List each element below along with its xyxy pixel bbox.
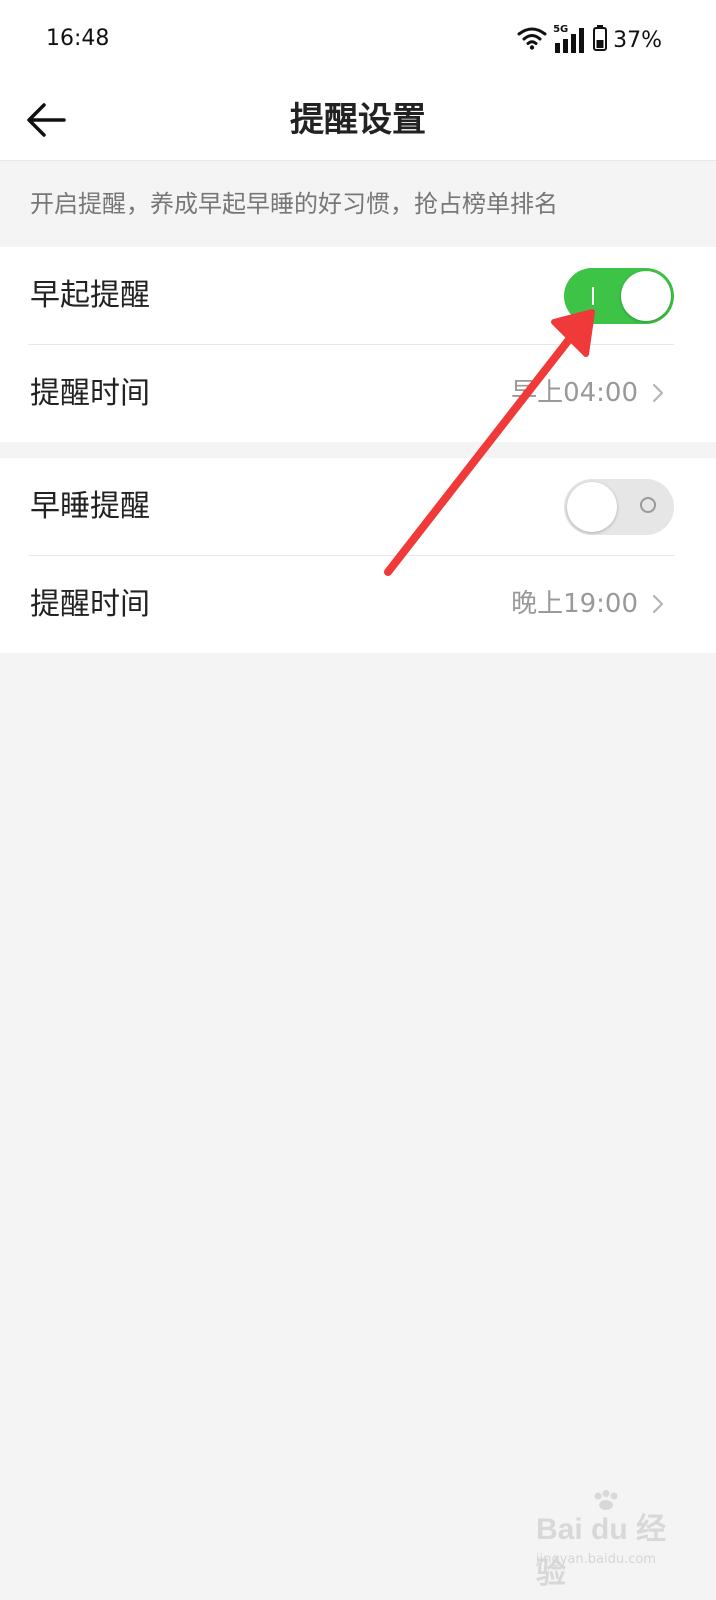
toggle-off-mark-icon bbox=[640, 497, 656, 513]
morning-time-label: 提醒时间 bbox=[30, 376, 150, 411]
toggle-knob bbox=[567, 482, 617, 532]
sleep-time-value: 晚上19:00 bbox=[511, 589, 638, 619]
baidu-jingyan-watermark: Bai du 经验 jingyan.baidu.com bbox=[536, 1490, 676, 1590]
morning-time-value: 早上04:00 bbox=[511, 378, 638, 408]
chevron-right-icon bbox=[652, 383, 664, 403]
battery-icon bbox=[593, 25, 608, 55]
sleep-reminder-label: 早睡提醒 bbox=[30, 489, 150, 524]
watermark-logo-text: Bai du 经验 bbox=[536, 1513, 667, 1590]
morning-time-row[interactable]: 提醒时间 早上04:00 bbox=[0, 345, 716, 442]
signal-icon: 5G bbox=[553, 25, 587, 55]
toggle-knob bbox=[621, 271, 671, 321]
hint-banner: 开启提醒，养成早起早睡的好习惯，抢占榜单排名 bbox=[0, 161, 716, 247]
hint-text: 开启提醒，养成早起早睡的好习惯，抢占榜单排名 bbox=[30, 190, 558, 218]
wifi-icon bbox=[517, 26, 547, 54]
chevron-right-icon bbox=[652, 594, 664, 614]
toggle-on-mark-icon bbox=[592, 287, 594, 305]
arrow-left-icon bbox=[27, 103, 66, 137]
morning-reminder-group: 早起提醒 提醒时间 早上04:00 bbox=[0, 247, 716, 442]
status-icons: 5G 37% bbox=[517, 22, 662, 58]
sleep-reminder-row: 早睡提醒 bbox=[0, 458, 716, 555]
nav-bar: 提醒设置 bbox=[0, 80, 716, 161]
battery-percentage: 37% bbox=[613, 27, 662, 53]
sleep-time-row[interactable]: 提醒时间 晚上19:00 bbox=[0, 556, 716, 653]
sleep-time-label: 提醒时间 bbox=[30, 587, 150, 622]
page-title: 提醒设置 bbox=[290, 100, 426, 140]
morning-reminder-label: 早起提醒 bbox=[30, 278, 150, 313]
sleep-reminder-group: 早睡提醒 提醒时间 晚上19:00 bbox=[0, 458, 716, 653]
sleep-reminder-toggle[interactable] bbox=[564, 479, 674, 535]
back-button[interactable] bbox=[20, 94, 72, 146]
morning-reminder-toggle[interactable] bbox=[564, 268, 674, 324]
status-bar: 16:48 5G 37% bbox=[0, 0, 716, 80]
morning-reminder-row: 早起提醒 bbox=[0, 247, 716, 344]
status-time: 16:48 bbox=[46, 26, 110, 51]
watermark-url: jingyan.baidu.com bbox=[536, 1552, 656, 1567]
